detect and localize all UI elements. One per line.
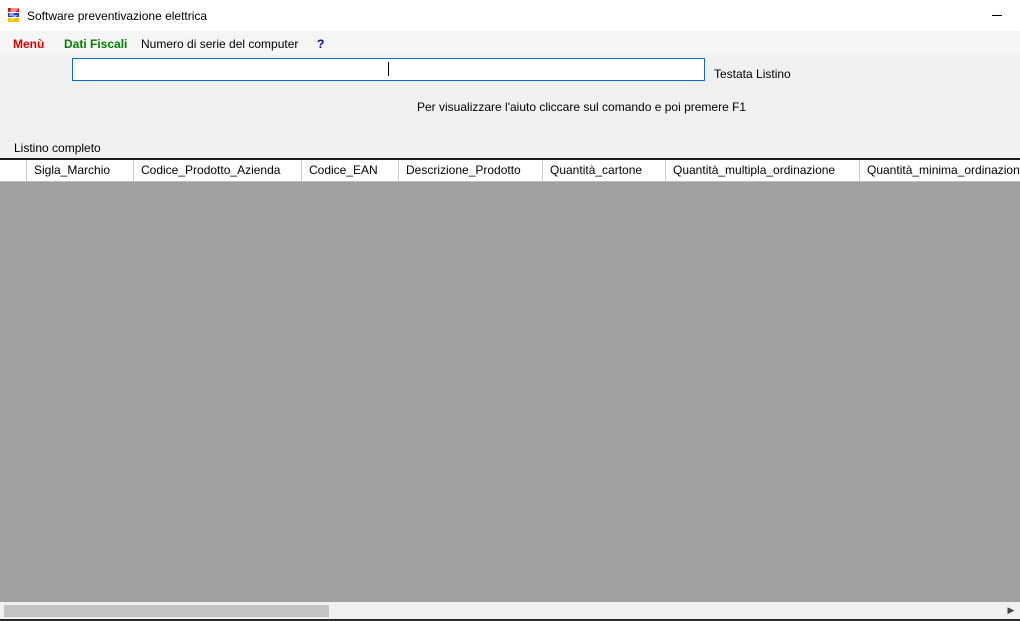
row-header-corner[interactable] xyxy=(0,160,27,181)
scroll-right-arrow-icon[interactable]: ▶ xyxy=(1004,603,1018,618)
testata-listino-label: Testata Listino xyxy=(714,67,791,81)
app-logo-icon xyxy=(8,8,19,22)
column-header-descrizione-prodotto[interactable]: Descrizione_Prodotto xyxy=(399,160,543,181)
menu-item-menu[interactable]: Menù xyxy=(13,37,44,51)
text-caret xyxy=(388,62,389,76)
testata-listino-input[interactable] xyxy=(72,58,705,81)
window-title: Software preventivazione elettrica xyxy=(27,9,208,23)
grid-header: Sigla_Marchio Codice_Prodotto_Azienda Co… xyxy=(0,160,1020,182)
title-bar: Software preventivazione elettrica xyxy=(0,0,1020,31)
help-hint-text: Per visualizzare l'aiuto cliccare sul co… xyxy=(417,100,747,114)
column-header-quantita-minima-ordinazione[interactable]: Quantità_minima_ordinazione xyxy=(860,160,1020,181)
grid-body[interactable] xyxy=(0,182,1020,602)
column-header-codice-ean[interactable]: Codice_EAN xyxy=(302,160,399,181)
horizontal-scrollbar[interactable]: ▶ xyxy=(0,602,1020,619)
scrollbar-thumb[interactable] xyxy=(4,605,329,617)
listino-completo-label: Listino completo xyxy=(14,141,101,155)
menu-item-numero-di-serie[interactable]: Numero di serie del computer xyxy=(141,37,298,51)
column-header-quantita-cartone[interactable]: Quantità_cartone xyxy=(543,160,666,181)
menu-bar: Menù Dati Fiscali Numero di serie del co… xyxy=(0,31,1020,55)
menu-item-help[interactable]: ? xyxy=(317,37,324,51)
minimize-button[interactable] xyxy=(975,0,1020,31)
column-header-codice-prodotto-azienda[interactable]: Codice_Prodotto_Azienda xyxy=(134,160,302,181)
menu-item-dati-fiscali[interactable]: Dati Fiscali xyxy=(64,37,127,51)
column-header-quantita-multipla-ordinazione[interactable]: Quantità_multipla_ordinazione xyxy=(666,160,860,181)
column-header-sigla-marchio[interactable]: Sigla_Marchio xyxy=(27,160,134,181)
